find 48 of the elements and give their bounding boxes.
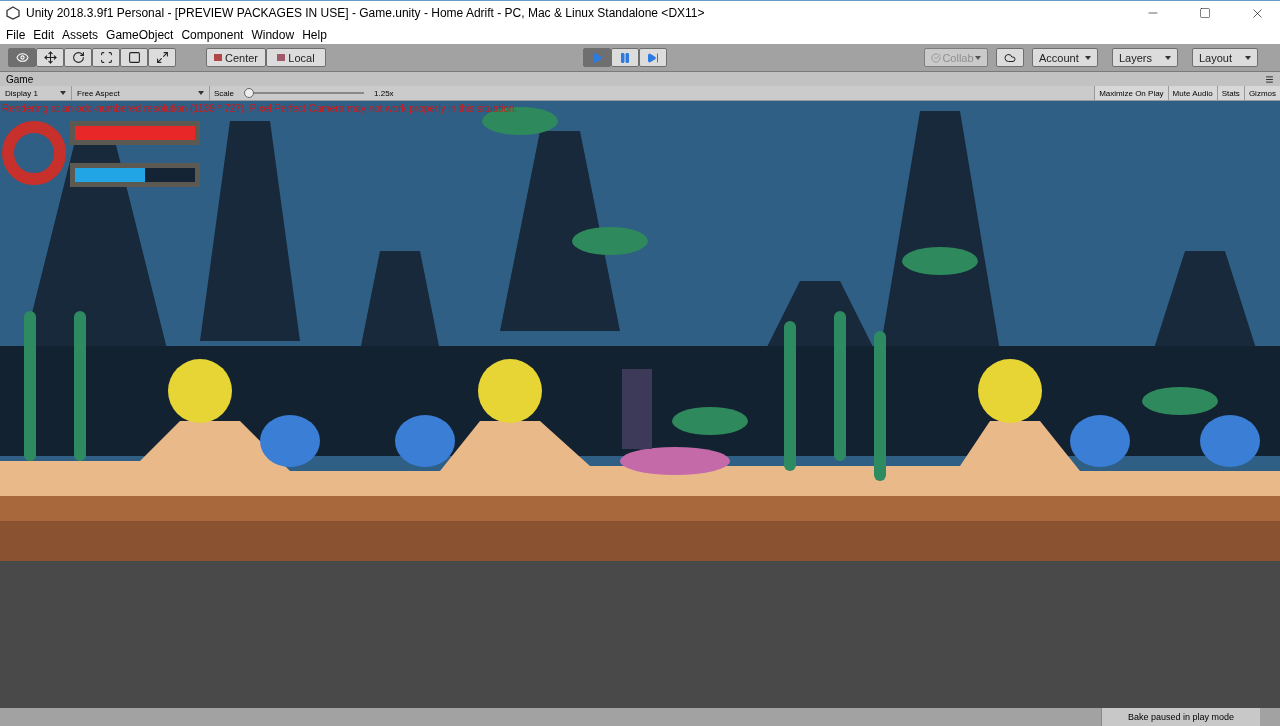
check-icon: [931, 52, 941, 63]
view-icon: [15, 51, 29, 64]
menu-item[interactable]: Edit: [29, 27, 59, 42]
window-title: Unity 2018.3.9f1 Personal - [PREVIEW PACKAGES IN USE] - Game.unity - Home Adrift - PC, Mac & Linux Standalone <DX11>: [26, 6, 706, 20]
game-toggle-button[interactable]: Maximize On Play: [1094, 86, 1168, 100]
rect-icon: [127, 51, 141, 64]
rect-tool-button[interactable]: [120, 48, 148, 67]
pivot-button[interactable]: Local: [266, 48, 326, 67]
rotate-icon: [71, 51, 85, 64]
toolbar-dropdown[interactable]: Layout: [1192, 48, 1258, 67]
display-dropdown[interactable]: Display 1: [0, 86, 72, 100]
game-toggle-button[interactable]: Mute Audio: [1167, 86, 1217, 100]
toolbar-dropdown[interactable]: Account: [1032, 48, 1098, 67]
play-icon: [591, 51, 603, 64]
cloud-icon: [1004, 51, 1016, 64]
menu-item[interactable]: Component: [177, 27, 248, 42]
menu-item[interactable]: Help: [298, 27, 331, 42]
game-toggle-button[interactable]: Stats: [1216, 86, 1244, 100]
step-button[interactable]: [639, 48, 667, 67]
menu-item[interactable]: File: [2, 27, 30, 42]
maximize-icon: [1199, 7, 1211, 19]
rotate-tool-button[interactable]: [64, 48, 92, 67]
aspect-dropdown[interactable]: Free Aspect: [72, 86, 210, 100]
game-toggle-button[interactable]: Gizmos: [1243, 86, 1280, 100]
toolbar-dropdown[interactable]: Layers: [1112, 48, 1178, 67]
scale-label: Scale: [213, 88, 235, 98]
scale-tool-button[interactable]: [92, 48, 120, 67]
warning-message: Rendering at an odd-numbered resolution (1139 * 727). Pixel Perfect Camera may not work properly in this situation.: [2, 103, 518, 114]
transform-tool-button[interactable]: [148, 48, 176, 67]
move-icon: [43, 51, 57, 64]
transform-icon: [155, 51, 169, 64]
pause-icon: [619, 51, 631, 64]
view-tool-button[interactable]: [8, 48, 36, 67]
scale-icon: [99, 51, 113, 64]
pivot-button[interactable]: Center: [206, 48, 266, 67]
menu-item[interactable]: Window: [247, 27, 299, 42]
menu-item[interactable]: GameObject: [102, 27, 178, 42]
move-tool-button[interactable]: [36, 48, 64, 67]
status-message: Bake paused in play mode: [1101, 708, 1260, 726]
slider-thumb[interactable]: [244, 88, 254, 98]
menu-item[interactable]: Assets: [58, 27, 103, 42]
game-tab[interactable]: Game: [6, 73, 34, 85]
step-icon: [647, 51, 659, 64]
cloud-button[interactable]: [996, 48, 1024, 67]
panel-menu-icon[interactable]: [1265, 74, 1274, 84]
scale-slider[interactable]: [244, 88, 364, 98]
scale-value: 1.25x: [373, 88, 395, 98]
pause-button[interactable]: [611, 48, 639, 67]
